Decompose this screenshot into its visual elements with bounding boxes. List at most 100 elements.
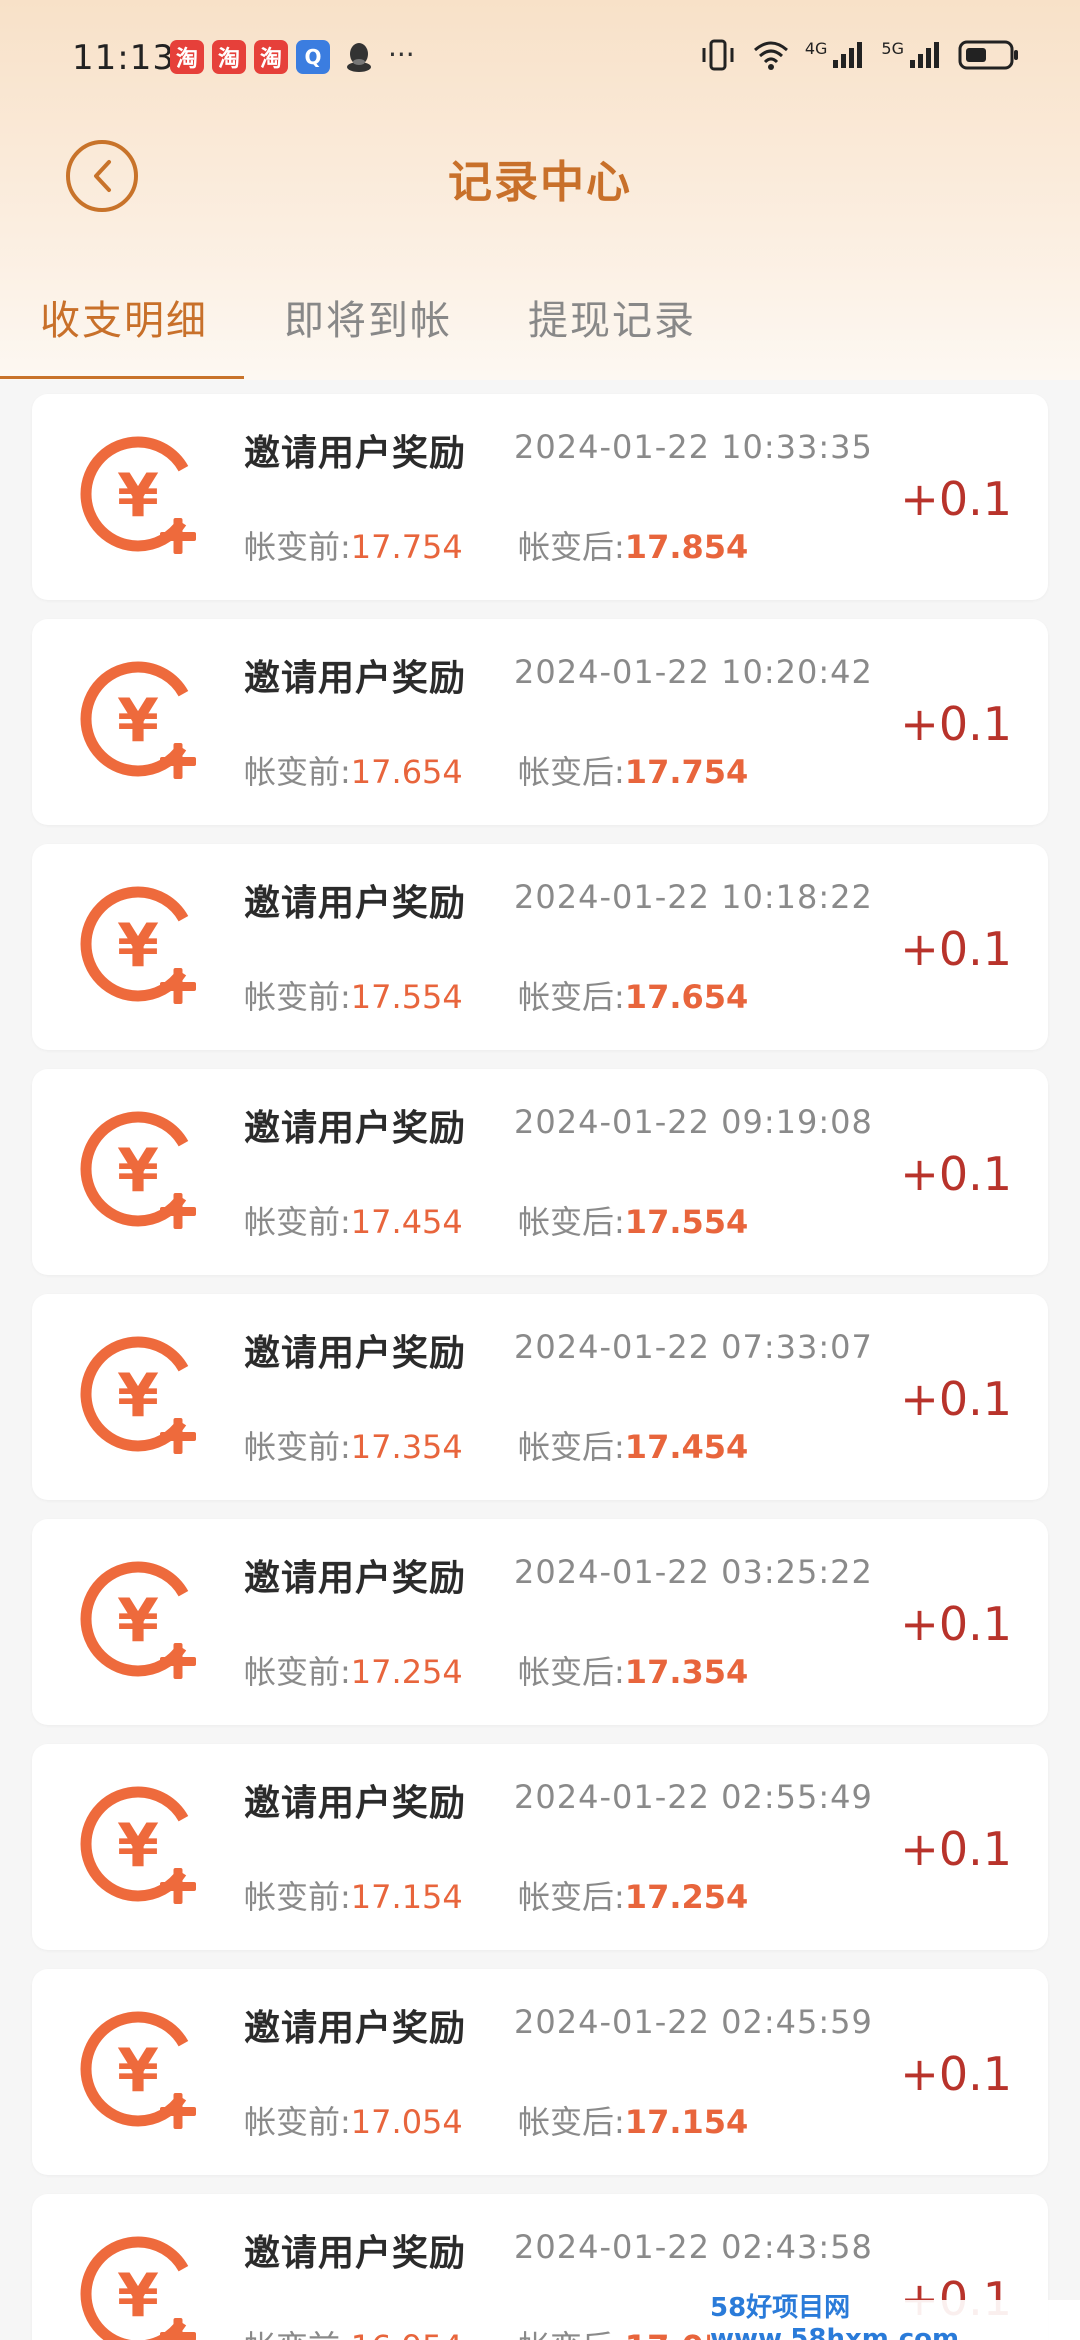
- balance-after: 帐变后:17.554: [518, 1197, 748, 1243]
- balance-before: 帐变前:17.054: [244, 2097, 463, 2143]
- yuan-plus-icon: ¥: [80, 1786, 196, 1904]
- taobao-icon: 淘: [254, 40, 288, 74]
- record-title: 邀请用户奖励: [244, 1783, 467, 1824]
- qq-icon: [347, 43, 371, 72]
- record-amount: +0.1: [900, 697, 1012, 751]
- tab-withdrawal-records[interactable]: 提现记录: [528, 288, 696, 346]
- balance-after-label: 帐变后:: [518, 1878, 625, 1916]
- battery-icon: [958, 40, 1018, 70]
- balance-after: 帐变后:17.154: [518, 2097, 748, 2143]
- yuan-plus-icon: ¥: [80, 1336, 196, 1454]
- record-card[interactable]: ¥ 邀请用户奖励 2024-01-22 02:55:49 帐变前:17.154 …: [32, 1744, 1048, 1950]
- yuan-plus-icon: ¥: [80, 886, 196, 1004]
- balance-before-value: 17.054: [350, 2103, 463, 2141]
- balance-after-label: 帐变后:: [518, 2328, 625, 2340]
- balance-before-value: 16.954: [351, 2328, 463, 2340]
- record-card[interactable]: ¥ 邀请用户奖励 2024-01-22 10:18:22 帐变前:17.554 …: [32, 844, 1048, 1050]
- balance-after: 帐变后:17.254: [518, 1872, 748, 1918]
- record-card[interactable]: ¥ 邀请用户奖励 2024-01-22 07:33:07 帐变前:17.354 …: [32, 1294, 1048, 1500]
- record-amount: +0.1: [900, 2047, 1012, 2101]
- yuan-plus-icon: ¥: [80, 436, 196, 554]
- signal-icon: [910, 42, 939, 68]
- balance-after-label: 帐变后:: [518, 978, 625, 1016]
- record-amount: +0.1: [900, 1372, 1012, 1426]
- balance-before-label: 帐变前:: [244, 2103, 351, 2141]
- active-tab-indicator: [0, 376, 244, 379]
- balance-before-label: 帐变前:: [244, 1653, 351, 1691]
- status-time: 11:13: [72, 38, 175, 78]
- svg-text:¥: ¥: [117, 2261, 159, 2331]
- balance-before-value: 17.354: [350, 1428, 463, 1466]
- record-time: 2024-01-22 02:43:58: [514, 2228, 873, 2266]
- balance-before: 帐变前:17.554: [244, 972, 463, 1018]
- balance-after-value: 17.154: [624, 2103, 749, 2141]
- balance-before: 帐变前:17.254: [244, 1647, 463, 1693]
- svg-text:¥: ¥: [117, 2036, 159, 2106]
- record-amount: +0.1: [900, 922, 1012, 976]
- balance-before-value: 17.454: [350, 1203, 463, 1241]
- balance-after: 帐变后:17.854: [518, 522, 748, 568]
- record-title: 邀请用户奖励: [244, 1108, 467, 1149]
- balance-before-value: 17.554: [350, 978, 463, 1016]
- balance-after-value: 17.454: [624, 1428, 749, 1466]
- balance-after-value: 17.854: [624, 528, 749, 566]
- balance-before: 帐变前:16.954: [244, 2322, 463, 2340]
- balance-before-label: 帐变前:: [244, 1878, 351, 1916]
- yuan-plus-icon: ¥: [80, 1111, 196, 1229]
- record-time: 2024-01-22 09:19:08: [514, 1103, 873, 1141]
- balance-after: 帐变后:17.354: [518, 1647, 748, 1693]
- record-time: 2024-01-22 03:25:22: [514, 1553, 873, 1591]
- status-app-icons: 淘 淘 淘 Q ···: [170, 37, 415, 74]
- balance-after-label: 帐变后:: [518, 528, 625, 566]
- status-right-icons: 4G 5G: [699, 38, 1020, 72]
- record-time: 2024-01-22 07:33:07: [514, 1328, 873, 1366]
- more-notifications-icon: ···: [388, 37, 415, 71]
- record-card[interactable]: ¥ 邀请用户奖励 2024-01-22 10:20:42 帐变前:17.654 …: [32, 619, 1048, 825]
- balance-after-label: 帐变后:: [518, 2103, 625, 2141]
- network-4g-label: 4G: [804, 38, 828, 58]
- balance-after-value: 17.554: [624, 1203, 749, 1241]
- balance-after: 帐变后:17.654: [518, 972, 748, 1018]
- record-title: 邀请用户奖励: [244, 2233, 467, 2274]
- balance-after-value: 17.254: [624, 1878, 749, 1916]
- balance-before-label: 帐变前:: [244, 528, 351, 566]
- record-time: 2024-01-22 10:33:35: [514, 428, 873, 466]
- balance-before: 帐变前:17.654: [244, 747, 463, 793]
- record-amount: +0.1: [900, 1597, 1012, 1651]
- svg-text:¥: ¥: [117, 1811, 159, 1881]
- yuan-plus-icon: ¥: [80, 1561, 196, 1679]
- balance-before: 帐变前:17.354: [244, 1422, 463, 1468]
- svg-text:¥: ¥: [117, 1136, 159, 1206]
- record-card[interactable]: ¥ 邀请用户奖励 2024-01-22 09:19:08 帐变前:17.454 …: [32, 1069, 1048, 1275]
- yuan-plus-icon: ¥: [80, 661, 196, 779]
- tab-pending-arrival[interactable]: 即将到帐: [284, 288, 452, 346]
- tab-bar: 收支明细 即将到帐 提现记录: [0, 270, 1080, 380]
- record-amount: +0.1: [900, 472, 1012, 526]
- balance-before: 帐变前:17.454: [244, 1197, 463, 1243]
- svg-text:¥: ¥: [117, 1361, 159, 1431]
- record-card[interactable]: ¥ 邀请用户奖励 2024-01-22 03:25:22 帐变前:17.254 …: [32, 1519, 1048, 1725]
- page: 11:13 淘 淘 淘 Q ··· 4G 5G 记录中心 收支明细 即将到帐 提…: [0, 0, 1080, 2340]
- signal-icon: [833, 42, 863, 68]
- yuan-plus-icon: ¥: [80, 2236, 196, 2340]
- tab-income-expense[interactable]: 收支明细: [40, 288, 208, 346]
- network-5g-label: 5G: [881, 38, 904, 58]
- vibrate-icon: [702, 39, 734, 71]
- svg-text:¥: ¥: [117, 686, 159, 756]
- record-time: 2024-01-22 02:45:59: [514, 2003, 873, 2041]
- page-title: 记录中心: [448, 157, 632, 208]
- record-title: 邀请用户奖励: [244, 1558, 467, 1599]
- balance-before-value: 17.754: [350, 528, 463, 566]
- record-card[interactable]: ¥ 邀请用户奖励 2024-01-22 10:33:35 帐变前:17.754 …: [32, 394, 1048, 600]
- taobao-icon: 淘: [170, 40, 204, 74]
- svg-text:¥: ¥: [117, 461, 159, 531]
- watermark: 58好项目网www.58hxm.com: [710, 2293, 1080, 2340]
- balance-after-label: 帐变后:: [518, 1653, 625, 1691]
- record-title: 邀请用户奖励: [244, 883, 467, 924]
- balance-before-label: 帐变前:: [244, 978, 351, 1016]
- balance-after-label: 帐变后:: [518, 1203, 625, 1241]
- balance-after: 帐变后:17.754: [518, 747, 748, 793]
- record-card[interactable]: ¥ 邀请用户奖励 2024-01-22 02:45:59 帐变前:17.054 …: [32, 1969, 1048, 2175]
- balance-after-value: 17.654: [624, 978, 749, 1016]
- status-bar: 11:13 淘 淘 淘 Q ··· 4G 5G: [0, 0, 1080, 120]
